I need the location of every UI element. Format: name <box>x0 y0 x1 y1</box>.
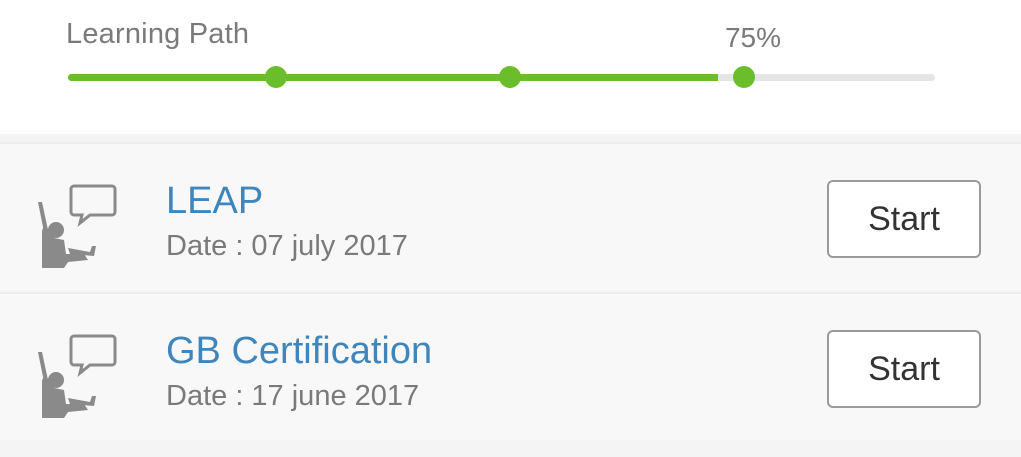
progress-fill <box>68 74 719 81</box>
course-date: Date : 07 july 2017 <box>166 230 408 262</box>
start-button[interactable]: Start <box>827 330 981 408</box>
presenter-speech-bubble-icon <box>38 334 117 418</box>
course-row-leap: LEAP Date : 07 july 2017 Start <box>0 142 1021 290</box>
progress-percent: 75% <box>724 22 782 53</box>
presenter-speech-bubble-icon <box>38 184 117 268</box>
course-title[interactable]: GB Certification <box>166 330 432 373</box>
progress-milestone <box>265 66 288 88</box>
progress-milestone <box>733 66 756 88</box>
start-button[interactable]: Start <box>827 180 981 258</box>
course-date: Date : 17 june 2017 <box>166 380 420 412</box>
progress-milestone <box>499 66 522 88</box>
learning-path-progress: Learning Path 75% <box>0 0 1021 128</box>
course-row-gb-certification: GB Certification Date : 17 june 2017 Sta… <box>0 292 1021 440</box>
course-title[interactable]: LEAP <box>166 180 263 223</box>
course-list: LEAP Date : 07 july 2017 Start GB Certif… <box>0 134 1021 457</box>
progress-title: Learning Path <box>66 18 250 50</box>
learning-path-screen: Learning Path 75% LEAP Date : 07 july 20… <box>0 0 1021 457</box>
